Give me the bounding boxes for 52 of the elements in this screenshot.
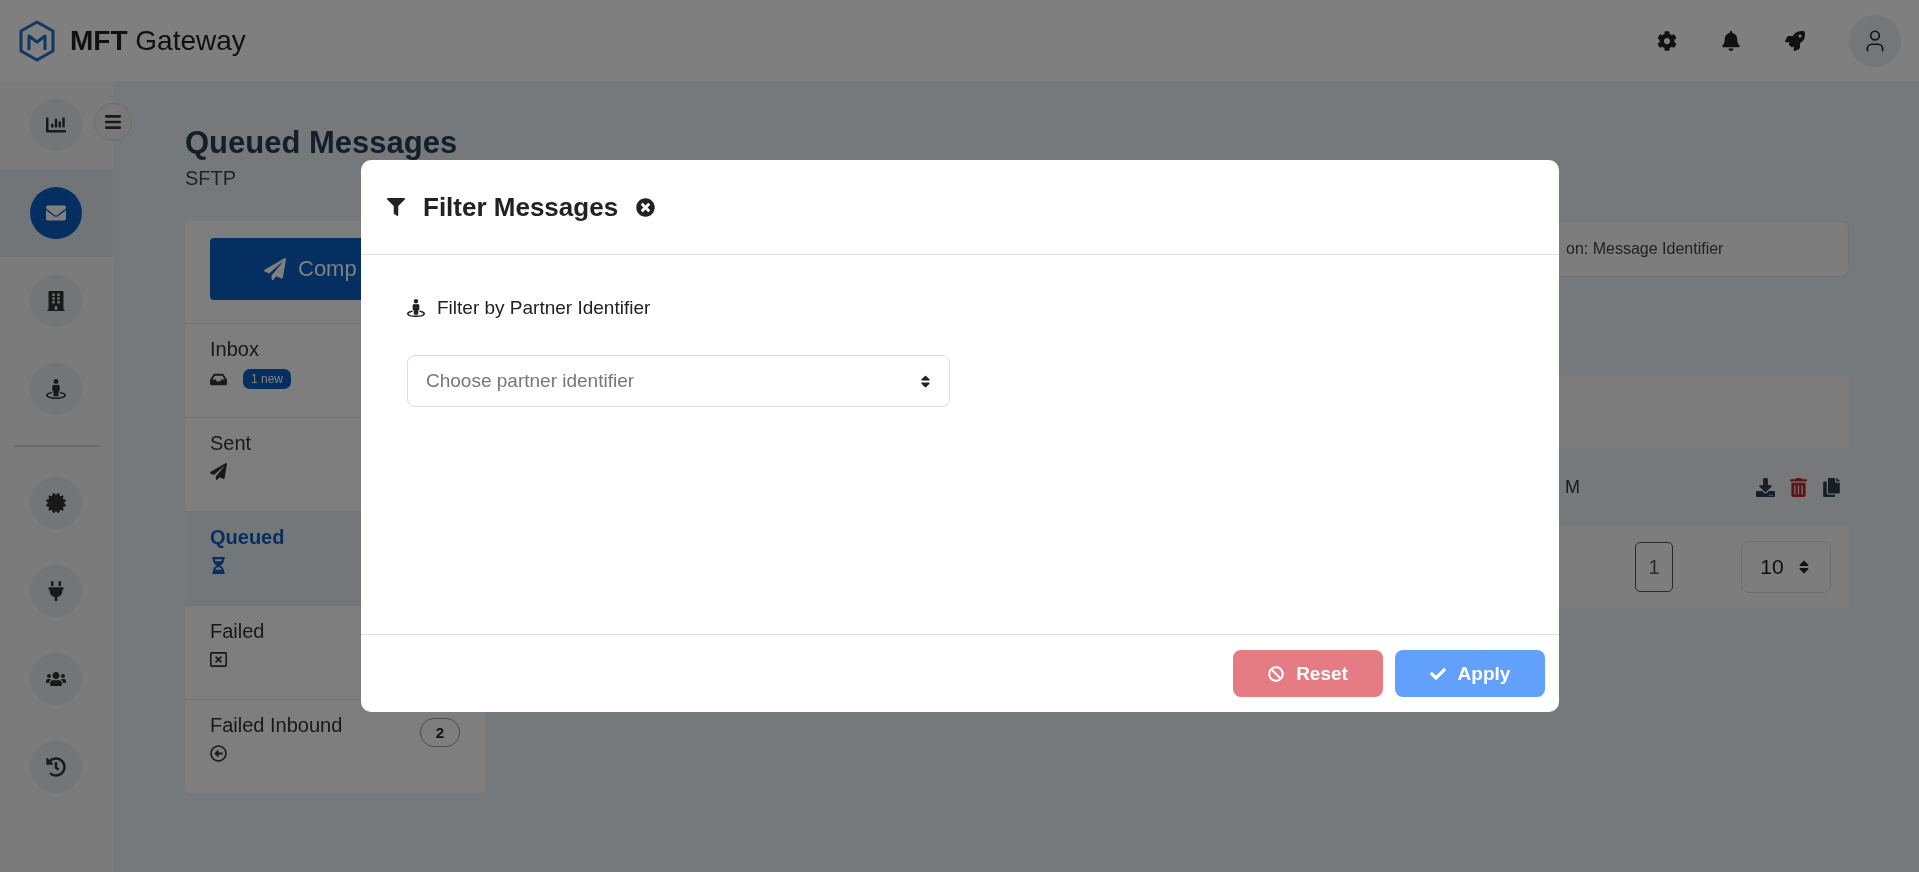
folder-label: Queued [210, 526, 285, 549]
check-icon [1429, 665, 1446, 682]
dialog-title: Filter Messages [423, 191, 619, 223]
close-icon[interactable] [636, 197, 656, 217]
menu-button[interactable] [94, 103, 132, 141]
sidebar-button[interactable] [30, 477, 82, 529]
sidebar-button[interactable] [30, 565, 82, 617]
history-icon [46, 757, 66, 777]
filter-icon [387, 198, 405, 216]
person-pin-icon [46, 379, 66, 399]
new-badge: 1 new [243, 369, 292, 389]
badge-icon [46, 493, 66, 513]
partner-select[interactable]: Choose partner identifier [407, 355, 950, 407]
table-cell: M [1565, 476, 1580, 498]
ban-icon [1268, 665, 1285, 682]
page-button[interactable]: 1 [1635, 542, 1673, 592]
folder-label: Inbox [210, 338, 259, 361]
trash-icon[interactable] [1789, 477, 1808, 497]
app-title: MFT Gateway [70, 24, 246, 57]
sidebar-button[interactable] [30, 653, 82, 705]
paper-plane-icon [210, 463, 227, 480]
folder-label: Sent [210, 432, 252, 455]
settings-icon[interactable] [1657, 30, 1677, 51]
plug-icon [46, 581, 66, 601]
paper-plane-icon [264, 258, 286, 280]
sort-icon [918, 373, 933, 389]
download-icon[interactable] [1756, 477, 1775, 497]
sidebar-button[interactable] [30, 187, 82, 239]
envelope-icon [46, 203, 66, 223]
page-size-select[interactable]: 10 [1741, 541, 1831, 593]
filter-label: Filter by Partner Identifier [437, 297, 651, 319]
sidebar-button[interactable] [30, 99, 82, 151]
reset-button[interactable]: Reset [1233, 650, 1383, 697]
menu-icon [104, 113, 122, 131]
rocket-icon[interactable] [1785, 30, 1805, 51]
copy-icon[interactable] [1822, 477, 1841, 497]
sidebar-button[interactable] [30, 741, 82, 793]
sidebar-button[interactable] [30, 363, 82, 415]
users-icon [46, 669, 66, 689]
page-title: Queued Messages [185, 125, 459, 161]
logo-icon [18, 19, 56, 62]
hourglass-icon [210, 557, 227, 574]
folder-label: Failed [210, 620, 265, 643]
folder-label: Failed Inbound [210, 714, 343, 737]
building-icon [46, 291, 66, 311]
count-badge: 2 [419, 718, 460, 747]
bell-icon[interactable] [1721, 30, 1741, 51]
apply-button[interactable]: Apply [1395, 650, 1545, 697]
sidebar-button[interactable] [30, 275, 82, 327]
page-subtitle: SFTP [185, 167, 238, 190]
bar-chart-icon [46, 115, 66, 135]
person-pin-icon [407, 299, 425, 317]
